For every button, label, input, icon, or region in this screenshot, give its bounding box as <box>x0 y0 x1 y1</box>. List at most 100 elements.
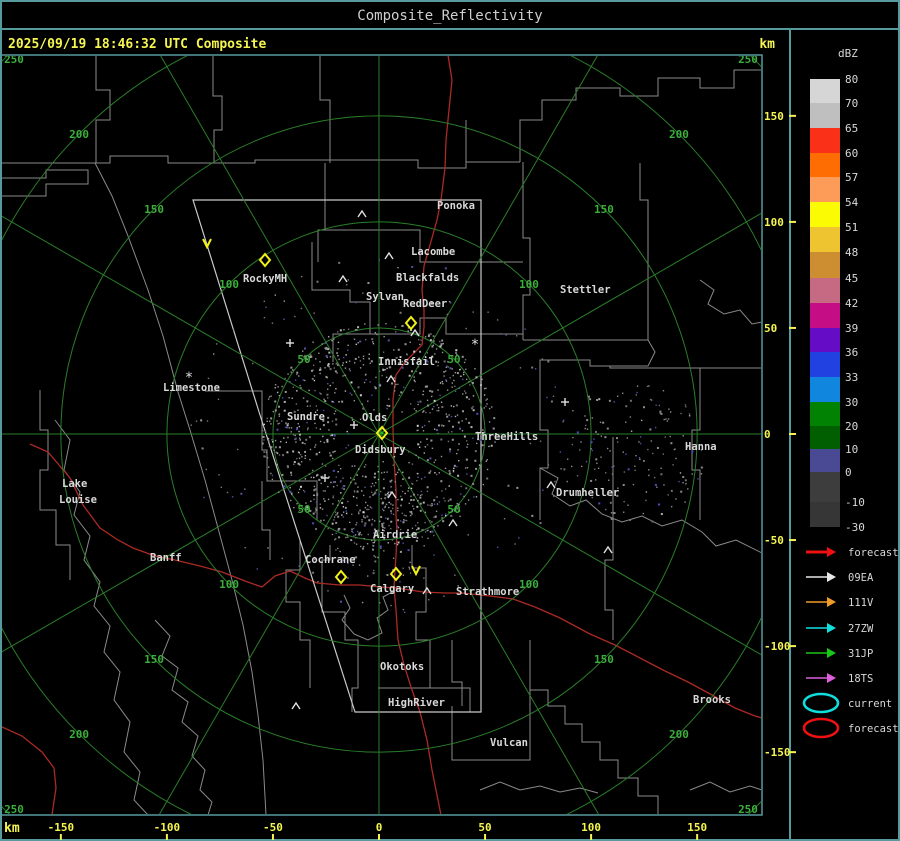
echo-speckle <box>589 398 591 400</box>
echo-speckle <box>300 387 301 388</box>
echo-speckle <box>378 471 379 472</box>
echo-speckle <box>371 492 372 493</box>
echo-speckle <box>362 293 363 294</box>
legend-ellipse <box>804 694 838 712</box>
echo-speckle <box>358 342 359 343</box>
axis-right: 150100500-50-100-150 <box>764 110 796 759</box>
echo-speckle <box>417 473 418 474</box>
echo-speckle <box>493 417 495 419</box>
echo-speckle <box>294 439 295 440</box>
echo-speckle <box>299 464 300 465</box>
echo-speckle <box>291 494 292 495</box>
echo-speckle <box>371 395 372 396</box>
echo-speckle <box>244 488 245 489</box>
echo-speckle <box>449 451 450 452</box>
echo-speckle <box>196 420 197 421</box>
echo-speckle <box>351 394 352 395</box>
echo-speckle <box>685 404 686 405</box>
echo-speckle <box>473 496 474 497</box>
echo-speckle <box>435 459 436 460</box>
echo-speckle <box>373 572 375 574</box>
echo-speckle <box>284 401 286 403</box>
echo-speckle <box>288 397 289 398</box>
map-area[interactable]: ** 5050505010010010010015015015015020020… <box>0 0 900 841</box>
echo-speckle <box>356 497 357 498</box>
colorbar-block <box>810 79 840 103</box>
echo-speckle <box>434 472 435 473</box>
echo-speckle <box>466 446 467 447</box>
echo-speckle <box>364 538 365 539</box>
city-label: Ponoka <box>437 200 475 212</box>
echo-speckle <box>264 301 265 302</box>
colorbar-block <box>810 328 840 352</box>
echo-speckle <box>601 435 602 436</box>
caret-marker <box>423 588 431 594</box>
echo-speckle <box>459 369 460 370</box>
axis-right-label: -50 <box>764 534 784 547</box>
echo-speckle <box>388 507 389 508</box>
echo-speckle <box>466 440 467 441</box>
colorbar-block <box>810 472 840 502</box>
echo-speckle <box>413 508 414 509</box>
echo-speckle <box>342 487 343 488</box>
echo-speckle <box>416 430 417 431</box>
echo-speckle <box>643 513 644 514</box>
echo-speckle <box>440 480 442 482</box>
echo-speckle <box>489 421 490 422</box>
echo-speckle <box>462 393 463 394</box>
echo-speckle <box>350 539 352 541</box>
echo-speckle <box>413 499 415 501</box>
echo-speckle <box>395 326 396 327</box>
city-label: ThreeHills <box>475 431 538 443</box>
echo-speckle <box>591 441 593 443</box>
echo-speckle <box>291 431 292 432</box>
echo-speckle <box>411 488 412 489</box>
echo-speckle <box>320 520 322 522</box>
echo-speckle <box>419 401 421 403</box>
echo-speckle <box>418 339 419 340</box>
echo-speckle <box>430 333 431 334</box>
echo-speckle <box>572 410 573 411</box>
echo-speckle <box>656 487 657 488</box>
echo-speckle <box>441 514 442 515</box>
echo-speckle <box>218 399 219 400</box>
echo-speckle <box>432 448 433 449</box>
county-line <box>540 468 762 553</box>
echo-speckle <box>291 474 292 475</box>
echo-speckle <box>304 348 306 350</box>
echo-speckle <box>465 328 466 329</box>
colorbar-value-label: 39 <box>845 322 858 335</box>
echo-speckle <box>346 513 347 514</box>
echo-speckle <box>668 418 669 419</box>
echo-speckle <box>497 547 498 548</box>
echo-speckle <box>327 421 329 423</box>
caret-marker <box>387 376 395 382</box>
echo-speckle <box>282 397 283 398</box>
echo-speckle <box>296 428 298 430</box>
echo-speckle <box>328 352 330 354</box>
echo-speckle <box>339 334 340 335</box>
echo-speckle <box>275 452 276 453</box>
city-label: Hanna <box>685 441 717 453</box>
county-line <box>312 242 370 362</box>
echo-speckle <box>268 438 269 439</box>
echo-speckle <box>343 488 344 489</box>
km-unit-top: km <box>759 37 775 52</box>
echo-speckle <box>352 465 353 466</box>
echo-speckle <box>429 412 430 413</box>
echo-speckle <box>300 454 301 455</box>
echo-speckle <box>335 514 336 515</box>
city-label: Didsbury <box>355 444 406 456</box>
echo-speckle <box>665 436 666 437</box>
echo-speckle <box>460 486 461 487</box>
echo-speckle <box>542 358 543 359</box>
echo-speckle <box>382 369 384 371</box>
echo-speckle <box>419 344 420 345</box>
echo-speckle <box>689 415 690 416</box>
county-line <box>523 162 530 340</box>
county-line <box>320 55 330 163</box>
echo-speckle <box>437 404 438 405</box>
echo-speckle <box>440 382 441 383</box>
echo-speckle <box>623 512 624 513</box>
echo-speckle <box>448 441 449 442</box>
